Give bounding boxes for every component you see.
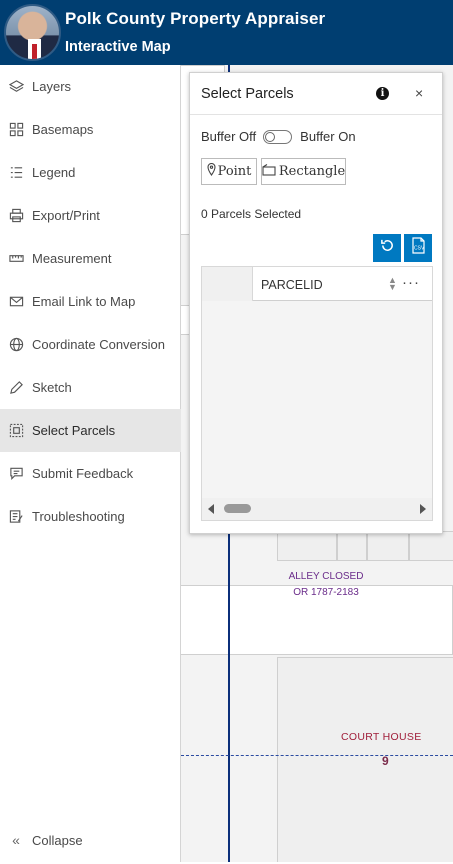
collapse-label: Collapse [32, 832, 83, 848]
sidebar-item-label: Legend [32, 165, 76, 180]
map-label-parcel-number: 9 [382, 754, 389, 768]
sidebar-item-label: Layers [32, 79, 72, 94]
printer-icon [0, 194, 32, 237]
sidebar-item-troubleshooting[interactable]: Troubleshooting [0, 495, 181, 538]
scrollbar-thumb[interactable] [224, 504, 251, 513]
point-button[interactable]: Point [201, 158, 257, 185]
export-csv-button[interactable]: CSV [404, 234, 432, 262]
sidebar-item-sketch[interactable]: Sketch [0, 366, 181, 409]
rectangle-button[interactable]: Rectangle [261, 158, 346, 185]
buffer-toggle[interactable] [263, 129, 293, 144]
parcelid-column-header[interactable]: PARCELID [261, 278, 323, 292]
svg-text:CSV: CSV [414, 246, 425, 252]
map-pin-icon [207, 162, 216, 180]
sidebar-item-export-print[interactable]: Export/Print [0, 194, 181, 237]
app-subtitle: Interactive Map [65, 39, 171, 55]
sidebar-item-coordinate-conversion[interactable]: Coordinate Conversion [0, 323, 181, 366]
map-label-alley: ALLEY CLOSED OR 1787-2183 [288, 571, 364, 598]
map-parcel [409, 531, 453, 561]
checklist-edit-icon [0, 495, 32, 538]
map-parcel [337, 531, 367, 561]
buffer-off-label: Buffer Off [201, 129, 257, 144]
pencil-icon [0, 366, 32, 409]
sidebar-item-basemaps[interactable]: Basemaps [0, 108, 181, 151]
rectangle-label: Rectangle [278, 164, 346, 179]
scroll-left-icon[interactable] [208, 504, 214, 514]
map-parcel [367, 531, 409, 561]
scroll-right-icon[interactable] [420, 504, 426, 514]
rectangle-select-icon [262, 163, 277, 180]
panel-title: Select Parcels [201, 86, 294, 102]
collapse-button[interactable]: « Collapse [0, 827, 181, 853]
sidebar-item-label: Select Parcels [32, 423, 116, 438]
point-label: Point [217, 164, 252, 179]
table-header: PARCELID ▲ ▼ ··· [202, 267, 432, 301]
csv-file-icon: CSV [411, 237, 426, 259]
section-line [181, 755, 453, 756]
sidebar-item-layers[interactable]: Layers [0, 65, 181, 108]
select-parcels-panel: Select Parcels i × Buffer Off Buffer On … [189, 72, 443, 534]
envelope-icon [0, 280, 32, 323]
layers-icon [0, 65, 32, 108]
legend-list-icon [0, 151, 32, 194]
globe-icon [0, 323, 32, 366]
column-menu-icon[interactable]: ··· [402, 274, 420, 291]
buffer-toggle-row: Buffer Off Buffer On [201, 129, 356, 144]
panel-header: Select Parcels i × [190, 73, 442, 115]
sidebar-item-submit-feedback[interactable]: Submit Feedback [0, 452, 181, 495]
ruler-icon [0, 237, 32, 280]
app-header: Polk County Property Appraiser Interacti… [0, 0, 453, 65]
sidebar-item-label: Measurement [32, 251, 112, 266]
select-area-icon [0, 409, 32, 452]
sidebar-item-label: Basemaps [32, 122, 94, 137]
double-chevron-left-icon: « [12, 832, 20, 848]
parcels-selected-count: 0 Parcels Selected [201, 207, 302, 221]
sidebar-item-label: Sketch [32, 380, 72, 395]
select-column-header[interactable] [202, 267, 253, 301]
sidebar-item-select-parcels[interactable]: Select Parcels [0, 409, 181, 452]
sort-icon[interactable]: ▲ ▼ [388, 276, 397, 292]
parcels-table: PARCELID ▲ ▼ ··· [201, 266, 433, 521]
horizontal-scrollbar[interactable] [202, 498, 432, 520]
refresh-icon [380, 238, 395, 258]
sidebar-item-label: Submit Feedback [32, 466, 134, 481]
buffer-on-label: Buffer On [300, 129, 356, 144]
appraiser-avatar [4, 4, 61, 61]
sidebar-item-label: Export/Print [32, 208, 100, 223]
basemap-grid-icon [0, 108, 32, 151]
map-parcel [277, 531, 337, 561]
map-label-court-house: COURT HOUSE [341, 731, 422, 743]
sidebar-item-legend[interactable]: Legend [0, 151, 181, 194]
app-title: Polk County Property Appraiser [65, 9, 326, 28]
sidebar-item-label: Coordinate Conversion [32, 337, 165, 352]
close-icon[interactable]: × [415, 85, 423, 101]
sidebar: Layers Basemaps Legend Export/Print Meas… [0, 65, 181, 862]
info-icon[interactable]: i [376, 87, 389, 100]
map-parcel-court-house [277, 657, 453, 862]
sidebar-item-measurement[interactable]: Measurement [0, 237, 181, 280]
reset-selection-button[interactable] [373, 234, 401, 262]
sidebar-item-email-link[interactable]: Email Link to Map [0, 280, 181, 323]
chat-bubble-icon [0, 452, 32, 495]
sidebar-item-label: Troubleshooting [32, 509, 125, 524]
sidebar-item-label: Email Link to Map [32, 294, 136, 309]
